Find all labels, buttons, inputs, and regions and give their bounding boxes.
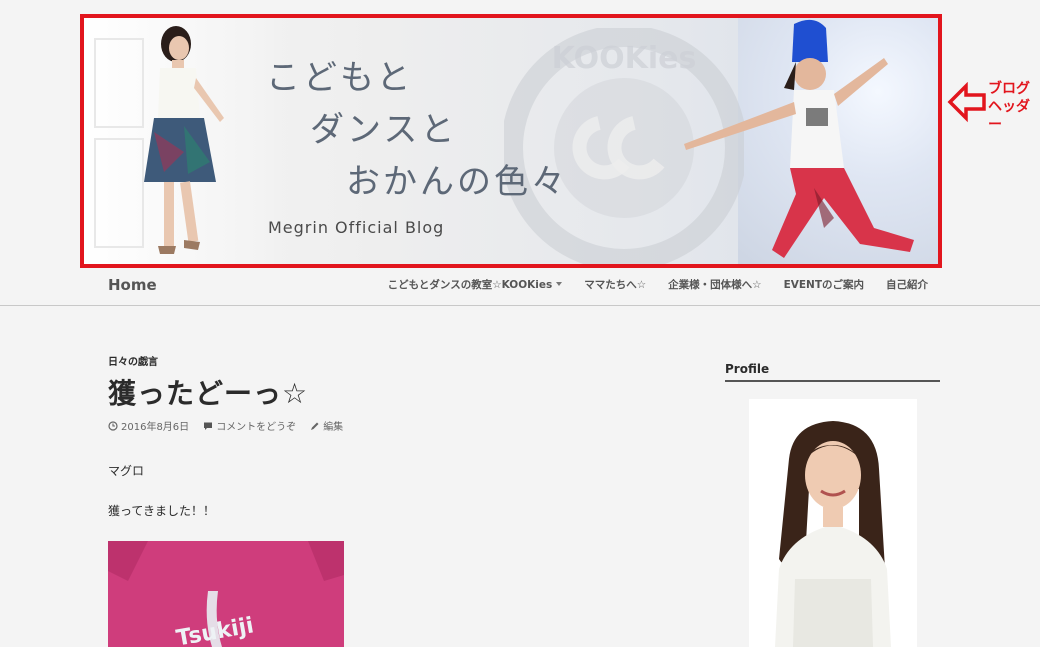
post-date[interactable]: 2016年8月6日 bbox=[108, 418, 189, 433]
banner-subtitle: Megrin Official Blog bbox=[268, 218, 445, 237]
tshirt-photo-illustration: Tsukiji bbox=[108, 541, 344, 647]
dancer-jumping-figure bbox=[684, 19, 914, 258]
nav-item-kookies[interactable]: こどもとダンスの教室☆KOOKies bbox=[388, 277, 563, 292]
post-paragraph-2: 獲ってきました！！ bbox=[108, 504, 216, 518]
nav-item-mamas[interactable]: ママたちへ☆ bbox=[584, 277, 646, 292]
post-edit-link[interactable]: 編集 bbox=[310, 418, 343, 433]
post-title[interactable]: 獲ったどーっ☆ bbox=[108, 372, 308, 412]
main-navigation: Home こどもとダンスの教室☆KOOKies ママたちへ☆ 企業様・団体様へ☆… bbox=[0, 268, 1040, 306]
nav-item-profile[interactable]: 自己紹介 bbox=[886, 277, 928, 292]
nav-item-companies[interactable]: 企業様・団体様へ☆ bbox=[668, 277, 761, 292]
woman-standing-figure bbox=[144, 26, 224, 254]
banner-title-line-2: ダンスと bbox=[310, 110, 458, 150]
post-photo[interactable]: Tsukiji bbox=[108, 541, 344, 647]
pencil-icon bbox=[311, 422, 319, 430]
clock-icon bbox=[108, 420, 118, 431]
nav-home-link[interactable]: Home bbox=[108, 276, 157, 294]
blog-header-banner[interactable]: KOOKies こどもと ダンスと おかんの色々 Megrin Official… bbox=[84, 18, 938, 264]
blog-header-frame: KOOKies こどもと ダンスと おかんの色々 Megrin Official… bbox=[80, 14, 942, 268]
banner-title-line-3: おかんの色々 bbox=[346, 162, 568, 202]
annotation-label: ブログヘッダー bbox=[988, 81, 1030, 133]
post-comment-link[interactable]: コメントをどうぞ bbox=[203, 418, 296, 433]
profile-portrait-illustration bbox=[749, 399, 917, 647]
post-paragraph-1: マグロ bbox=[108, 464, 145, 478]
post-category-link[interactable]: 日々の戯言 bbox=[108, 353, 158, 368]
sidebar-profile-title: Profile bbox=[725, 362, 940, 382]
nav-menu: こどもとダンスの教室☆KOOKies ママたちへ☆ 企業様・団体様へ☆ EVEN… bbox=[388, 277, 928, 292]
chevron-down-icon bbox=[556, 282, 563, 286]
post-meta: 2016年8月6日 コメントをどうぞ 編集 bbox=[108, 418, 343, 433]
nav-item-event[interactable]: EVENTのご案内 bbox=[784, 277, 864, 292]
comment-icon bbox=[204, 422, 213, 430]
banner-title-line-1: こどもと bbox=[266, 58, 414, 98]
profile-photo[interactable] bbox=[749, 399, 917, 647]
